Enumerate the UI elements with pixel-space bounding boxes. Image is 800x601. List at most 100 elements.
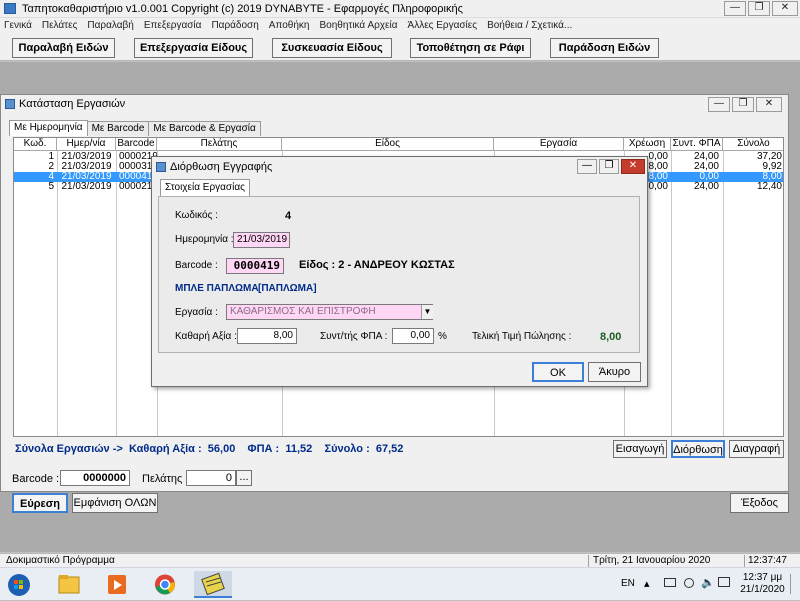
barcode-search-input[interactable]: 0000000 [60, 470, 130, 486]
grid-header: Κωδ. Ημερ/νία Barcode Πελάτης Είδος Εργα… [14, 138, 783, 151]
cell-code: 2 [48, 162, 54, 172]
tray-device-icon[interactable] [664, 578, 676, 587]
cancel-button[interactable]: Άκυρο [588, 362, 641, 382]
toolbar: Παραλαβή Ειδών Επεξεργασία Είδους Συσκευ… [0, 33, 800, 61]
total-value: 67,52 [375, 443, 404, 455]
menu-help[interactable]: Βοήθεια / Σχετικά... [487, 18, 572, 33]
tab-job-details[interactable]: Στοιχεία Εργασίας [160, 179, 250, 196]
show-all-button[interactable]: Εμφάνιση ΟΛΩΝ [72, 493, 158, 513]
deliver-items-button[interactable]: Παράδοση Ειδών [550, 38, 659, 58]
code-label: Κωδικός : [175, 210, 218, 221]
col-date[interactable]: Ημερ/νία [57, 138, 116, 151]
vat-value: 11,52 [285, 443, 313, 455]
menu-deliver[interactable]: Παράδοση [211, 18, 258, 33]
file-explorer-icon[interactable] [50, 571, 88, 598]
menu-aux-files[interactable]: Βοηθητικά Αρχεία [319, 18, 397, 33]
ok-button[interactable]: OK [532, 362, 584, 382]
menu-receive[interactable]: Παραλαβή [87, 18, 133, 33]
dialog-close-button[interactable]: ✕ [621, 159, 645, 174]
find-button[interactable]: Εύρεση [12, 493, 68, 513]
col-job[interactable]: Εργασία [494, 138, 624, 151]
start-button[interactable] [2, 571, 36, 598]
col-barcode[interactable]: Barcode [116, 138, 157, 151]
barcode-field[interactable]: 0000419 [226, 258, 284, 274]
exit-button[interactable]: Έξοδος [730, 493, 789, 513]
insert-button[interactable]: Εισαγωγή [613, 440, 667, 458]
job-details-panel: Κωδικός : 4 Ημερομηνία : 21/03/2019 Barc… [158, 196, 640, 353]
vat-rate-field[interactable]: 0,00 [392, 328, 434, 344]
dialog-minimize-button[interactable]: — [577, 159, 597, 174]
barcode-search-label: Barcode : [12, 473, 60, 485]
menu-customers[interactable]: Πελάτες [42, 18, 78, 33]
product-name: ΜΠΛΕ ΠΑΠΛΩΜΑ [175, 283, 259, 294]
tab-by-barcode[interactable]: Με Barcode [86, 121, 150, 136]
col-charge[interactable]: Χρέωση [624, 138, 671, 151]
app-title: Ταπητοκαθαριστήριο v1.0.001 Copyright (c… [22, 3, 463, 15]
cell-code: 4 [48, 172, 54, 182]
col-code[interactable]: Κωδ. [14, 138, 57, 151]
percent-sign: % [438, 331, 447, 342]
cell-vat: 24,00 [693, 152, 719, 162]
close-button[interactable]: ✕ [772, 1, 798, 16]
tab-by-barcode-and-job[interactable]: Με Barcode & Εργασία [148, 121, 261, 136]
date-field[interactable]: 21/03/2019 [233, 232, 290, 248]
col-vat[interactable]: Συντ. ΦΠΑ [671, 138, 723, 151]
clock[interactable]: 12:37 μμ 21/1/2020 [740, 572, 785, 596]
col-customer[interactable]: Πελάτης [157, 138, 282, 151]
col-item[interactable]: Είδος [282, 138, 494, 151]
menu-general[interactable]: Γενικά [4, 18, 32, 33]
col-total[interactable]: Σύνολο [723, 138, 783, 151]
minimize-button[interactable]: — [724, 1, 746, 16]
child-close-button[interactable]: ✕ [756, 97, 782, 112]
menu-process[interactable]: Επεξεργασία [144, 18, 202, 33]
net-value: 56,00 [207, 443, 236, 455]
package-item-button[interactable]: Συσκευασία Είδους [272, 38, 392, 58]
clock-time: 12:37 μμ [742, 572, 783, 583]
net-value-field[interactable]: 8,00 [237, 328, 297, 344]
receive-items-button[interactable]: Παραλαβή Ειδών [12, 38, 115, 58]
clock-date: 21/1/2020 [740, 584, 785, 595]
menu-warehouse[interactable]: Αποθήκη [269, 18, 310, 33]
tab-by-date[interactable]: Με Ημερομηνία [9, 120, 88, 136]
cell-vat: 0,00 [699, 172, 719, 182]
window-icon [5, 99, 15, 109]
chevron-down-icon[interactable]: ▼ [421, 305, 433, 319]
keyboard-icon[interactable] [718, 577, 730, 587]
process-item-button[interactable]: Επεξεργασία Είδους [134, 38, 253, 58]
status-date: Τρίτη, 21 Ιανουαρίου 2020 [593, 555, 711, 566]
statusbar: Δοκιμαστικό Πρόγραμμα Τρίτη, 21 Ιανουαρί… [0, 553, 800, 567]
delete-button[interactable]: Διαγραφή [729, 440, 784, 458]
child-minimize-button[interactable]: — [708, 97, 730, 112]
child-restore-button[interactable]: ❐ [732, 97, 754, 112]
customer-search-label: Πελάτης : [142, 473, 189, 485]
menubar: Γενικά Πελάτες Παραλαβή Επεξεργασία Παρά… [0, 18, 800, 33]
app-icon [4, 3, 16, 14]
search-tabs: Με Ημερομηνία Με Barcode Με Barcode & Ερ… [9, 120, 261, 136]
totals-label: Σύνολα Εργασιών -> [15, 443, 123, 455]
final-price-label: Τελική Τιμή Πώλησης : [472, 331, 572, 342]
volume-icon[interactable]: 🔈 [701, 576, 715, 589]
cell-vat: 24,00 [693, 162, 719, 172]
restore-button[interactable]: ❐ [748, 1, 770, 16]
edit-button[interactable]: Διόρθωση [671, 440, 725, 458]
final-price-value: 8,00 [600, 331, 622, 343]
show-desktop-button[interactable] [790, 574, 796, 594]
cell-date: 21/03/2019 [61, 172, 112, 182]
app-taskbar-icon[interactable] [194, 571, 232, 598]
vat-label: ΦΠΑ : [247, 443, 280, 455]
tray-network-icon[interactable] [684, 578, 694, 588]
product-tag: [ΠΑΠΛΩΜΑ] [258, 283, 317, 294]
date-label: Ημερομηνία : [175, 234, 234, 245]
chrome-icon[interactable] [146, 571, 184, 598]
customer-browse-button[interactable]: ... [236, 470, 252, 486]
language-indicator[interactable]: EN [621, 578, 635, 589]
media-player-icon[interactable] [98, 571, 136, 598]
customer-search-input[interactable]: 0 [186, 470, 236, 486]
tray-chevron-icon[interactable]: ▴ [644, 577, 650, 590]
shelf-placement-button[interactable]: Τοποθέτηση σε Ράφι [410, 38, 531, 58]
menu-other[interactable]: Άλλες Εργασίες [408, 18, 478, 33]
taskbar: EN ▴ 🔈 12:37 μμ 21/1/2020 [0, 567, 800, 600]
dialog-restore-button[interactable]: ❐ [599, 159, 619, 174]
job-select[interactable]: ΚΑΘΑΡΙΣΜΟΣ ΚΑΙ ΕΠΙΣΤΡΟΦΗ [226, 304, 433, 320]
code-value: 4 [285, 210, 292, 222]
